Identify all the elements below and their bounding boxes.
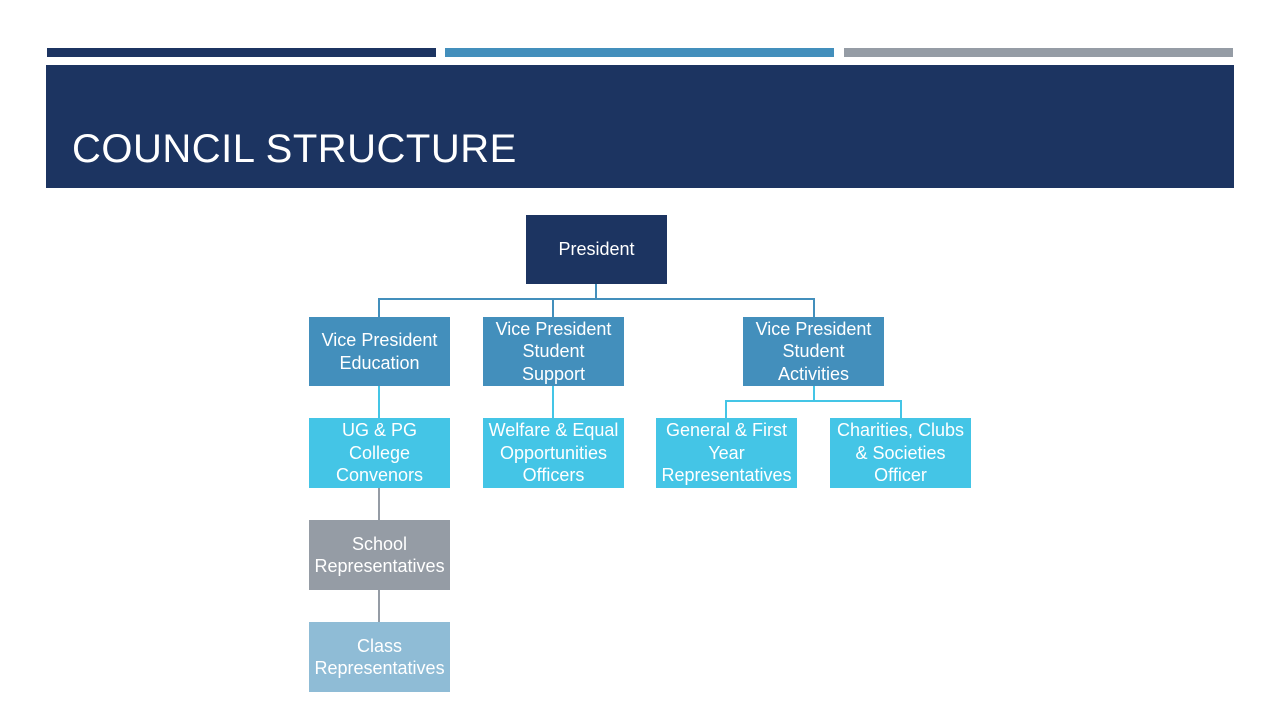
accent-bar-navy xyxy=(47,48,436,57)
accent-bar-gray xyxy=(844,48,1233,57)
connector-vp-activities xyxy=(813,298,815,317)
node-label: President xyxy=(558,239,635,260)
connector-convenors xyxy=(378,386,380,418)
node-college-convenors: UG & PG College Convenors xyxy=(309,418,450,488)
node-label: Vice President Education xyxy=(321,330,438,373)
title-header: COUNCIL STRUCTURE xyxy=(46,65,1234,188)
slide-title: COUNCIL STRUCTURE xyxy=(72,127,517,171)
node-president: President xyxy=(526,215,667,284)
node-school-reps: School Representatives xyxy=(309,520,450,590)
node-label: Vice President Student Activities xyxy=(755,318,872,384)
node-general-first-year-reps: General & First Year Representatives xyxy=(656,418,797,488)
connector-charities xyxy=(900,400,902,418)
node-label: Vice President Student Support xyxy=(495,318,612,384)
accent-bar-blue xyxy=(445,48,834,57)
connector-activities-bus xyxy=(725,400,902,402)
node-label: Welfare & Equal Opportunities Officers xyxy=(488,420,619,486)
connector-activities-stem xyxy=(813,386,815,401)
connector-school-reps xyxy=(378,488,380,520)
node-class-reps: Class Representatives xyxy=(309,622,450,692)
node-vp-student-support: Vice President Student Support xyxy=(483,317,624,386)
node-label: School Representatives xyxy=(314,533,445,577)
connector-general-reps xyxy=(725,400,727,418)
connector-class-reps xyxy=(378,590,380,622)
node-label: UG & PG College Convenors xyxy=(335,420,424,486)
node-charities-clubs-societies: Charities, Clubs & Societies Officer xyxy=(830,418,971,488)
node-vp-student-activities: Vice President Student Activities xyxy=(743,317,884,386)
node-label: Class Representatives xyxy=(314,635,445,679)
connector-welfare xyxy=(552,386,554,418)
connector-vp-bus xyxy=(378,298,815,300)
connector-vp-support xyxy=(552,298,554,317)
node-vp-education: Vice President Education xyxy=(309,317,450,386)
connector-president xyxy=(595,284,597,299)
node-label: Charities, Clubs & Societies Officer xyxy=(836,420,965,486)
node-label: General & First Year Representatives xyxy=(661,420,792,486)
connector-vp-education xyxy=(378,298,380,317)
node-welfare-officers: Welfare & Equal Opportunities Officers xyxy=(483,418,624,488)
